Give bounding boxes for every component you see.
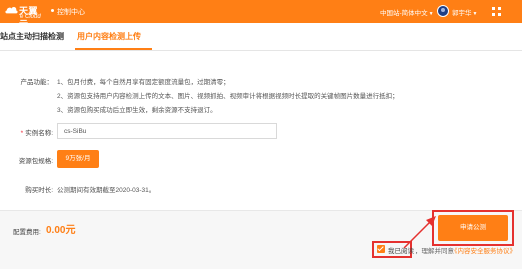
- tab-site-scan[interactable]: 站点主动扫描检测: [0, 31, 64, 42]
- instance-name-label-text: 实例名称:: [25, 130, 53, 137]
- username: 郭宇华: [452, 10, 472, 17]
- separator-dot: [51, 9, 54, 12]
- apply-beta-button[interactable]: 申请公测: [438, 215, 508, 241]
- chevron-down-icon: ▼: [472, 11, 478, 17]
- avatar[interactable]: [437, 5, 449, 17]
- instance-name-label: * 实例名称:: [0, 127, 53, 137]
- console-title[interactable]: 控制中心: [57, 7, 85, 17]
- agree-text: ，理解并同意: [415, 248, 454, 255]
- service-agreement-link[interactable]: 《内容安全服务协议》: [451, 245, 516, 255]
- top-bar: 天翼云 e Cloud 控制中心 中国站-简体中文▼ 郭宇华▼: [0, 0, 522, 29]
- tab-bar: 站点主动扫描检测 用户内容检测上传: [0, 23, 522, 51]
- logo[interactable]: 天翼云 e Cloud: [4, 2, 44, 29]
- user-menu[interactable]: 郭宇华▼: [452, 7, 477, 17]
- agree-checkbox[interactable]: [377, 245, 385, 253]
- active-tab-indicator: [75, 48, 152, 50]
- feature-line-2: 2、资源包支持用户内容检测上传的文本、图片、视频抓拍、视频审计将根据视频时长提取…: [57, 93, 399, 100]
- duration-label: 购买时长:: [25, 187, 53, 194]
- feature-line-3: 3、资源包购买成功后立即生效，剩余资源不支持退订。: [57, 107, 217, 114]
- required-marker: *: [20, 130, 24, 137]
- cloud-logo-icon: [5, 6, 18, 14]
- features-label: 产品功能：: [20, 79, 54, 86]
- site-selector-label: 中国站-简体中文: [380, 10, 428, 17]
- spec-label: 资源包规格:: [18, 158, 53, 165]
- spec-option-button[interactable]: 9万张/月: [57, 150, 99, 168]
- fee-label: 配置费用:: [13, 229, 41, 236]
- agree-read-label: 我已阅读: [388, 248, 414, 255]
- apps-grid-icon[interactable]: [492, 7, 501, 16]
- fee-value: 0.00元: [46, 225, 76, 236]
- site-selector[interactable]: 中国站-简体中文▼: [380, 7, 434, 17]
- logo-subtext: e Cloud: [20, 14, 41, 20]
- duration-value: 公测期间有效期截至2020-03-31。: [57, 187, 156, 194]
- chevron-down-icon: ▼: [428, 11, 434, 17]
- tab-content-upload[interactable]: 用户内容检测上传: [77, 31, 141, 42]
- feature-line-1: 1、包月付费，每个自然月享有固定额度流量包，过期清零；: [57, 79, 230, 86]
- instance-name-input[interactable]: [57, 123, 277, 139]
